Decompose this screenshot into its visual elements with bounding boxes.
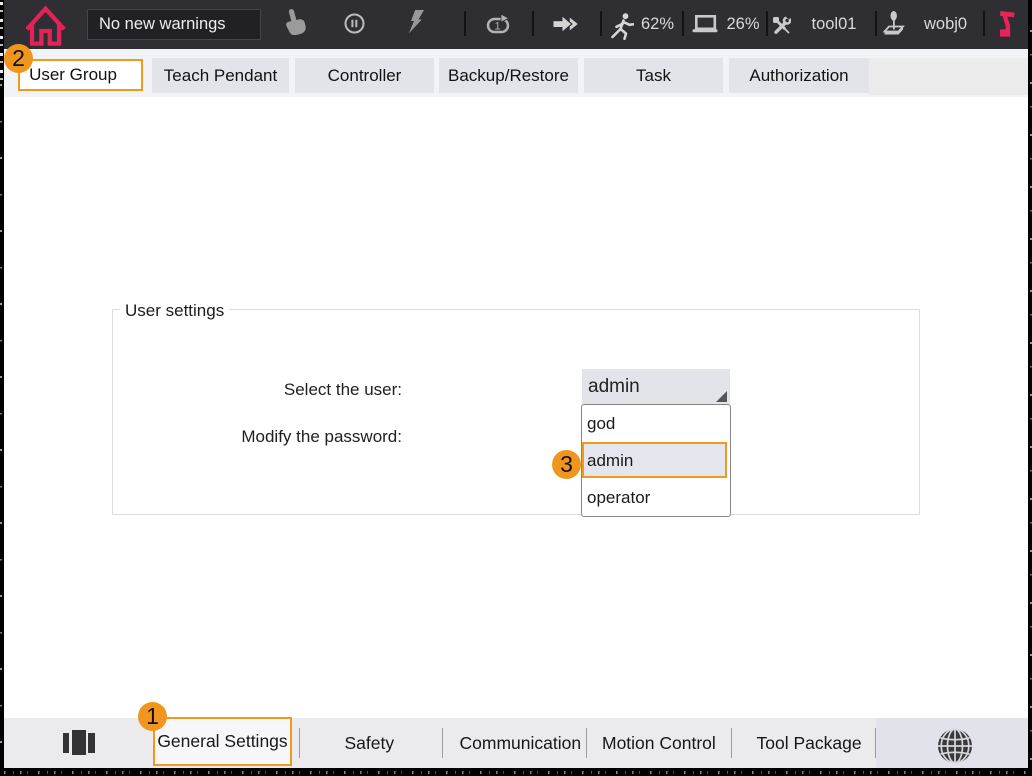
svg-text:1: 1 <box>494 20 500 32</box>
